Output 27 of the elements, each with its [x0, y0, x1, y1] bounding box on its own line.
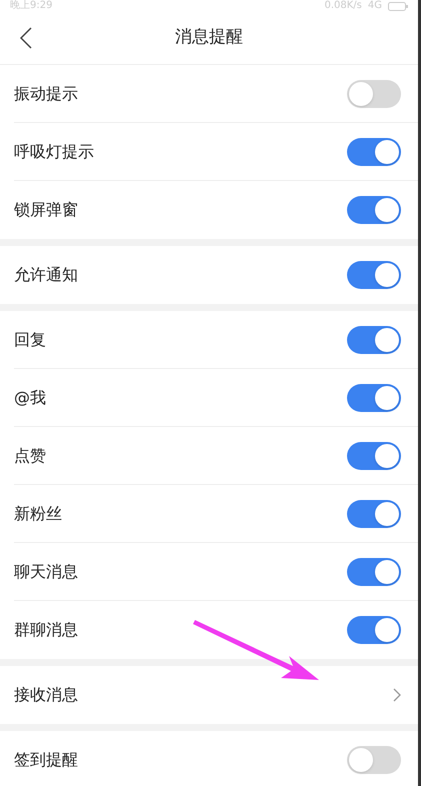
setting-label: 聊天消息: [14, 561, 78, 583]
toggle-switch[interactable]: [347, 384, 401, 412]
toggle-switch[interactable]: [347, 196, 401, 224]
toggle-switch[interactable]: [347, 616, 401, 644]
setting-label: 新粉丝: [14, 503, 62, 525]
chevron-right-icon[interactable]: [393, 688, 401, 702]
setting-label: 点赞: [14, 445, 46, 467]
battery-icon: [388, 2, 408, 10]
setting-label: 回复: [14, 329, 46, 351]
toggle-switch[interactable]: [347, 138, 401, 166]
back-icon[interactable]: [20, 27, 32, 49]
toggle-switch[interactable]: [347, 500, 401, 528]
page-title: 消息提醒: [175, 26, 243, 50]
toggle-switch[interactable]: [347, 326, 401, 354]
setting-label: @我: [14, 387, 46, 409]
setting-label: 允许通知: [14, 264, 78, 286]
setting-label: 群聊消息: [14, 619, 78, 641]
toggle-switch[interactable]: [347, 261, 401, 289]
setting-label: 签到提醒: [14, 749, 78, 771]
setting-label: 振动提示: [14, 83, 78, 105]
toggle-switch[interactable]: [347, 80, 401, 108]
setting-label: 接收消息: [14, 684, 78, 706]
toggle-switch[interactable]: [347, 558, 401, 586]
setting-label: 呼吸灯提示: [14, 141, 94, 163]
toggle-switch[interactable]: [347, 746, 401, 774]
toggle-switch[interactable]: [347, 442, 401, 470]
setting-label: 锁屏弹窗: [14, 199, 78, 221]
